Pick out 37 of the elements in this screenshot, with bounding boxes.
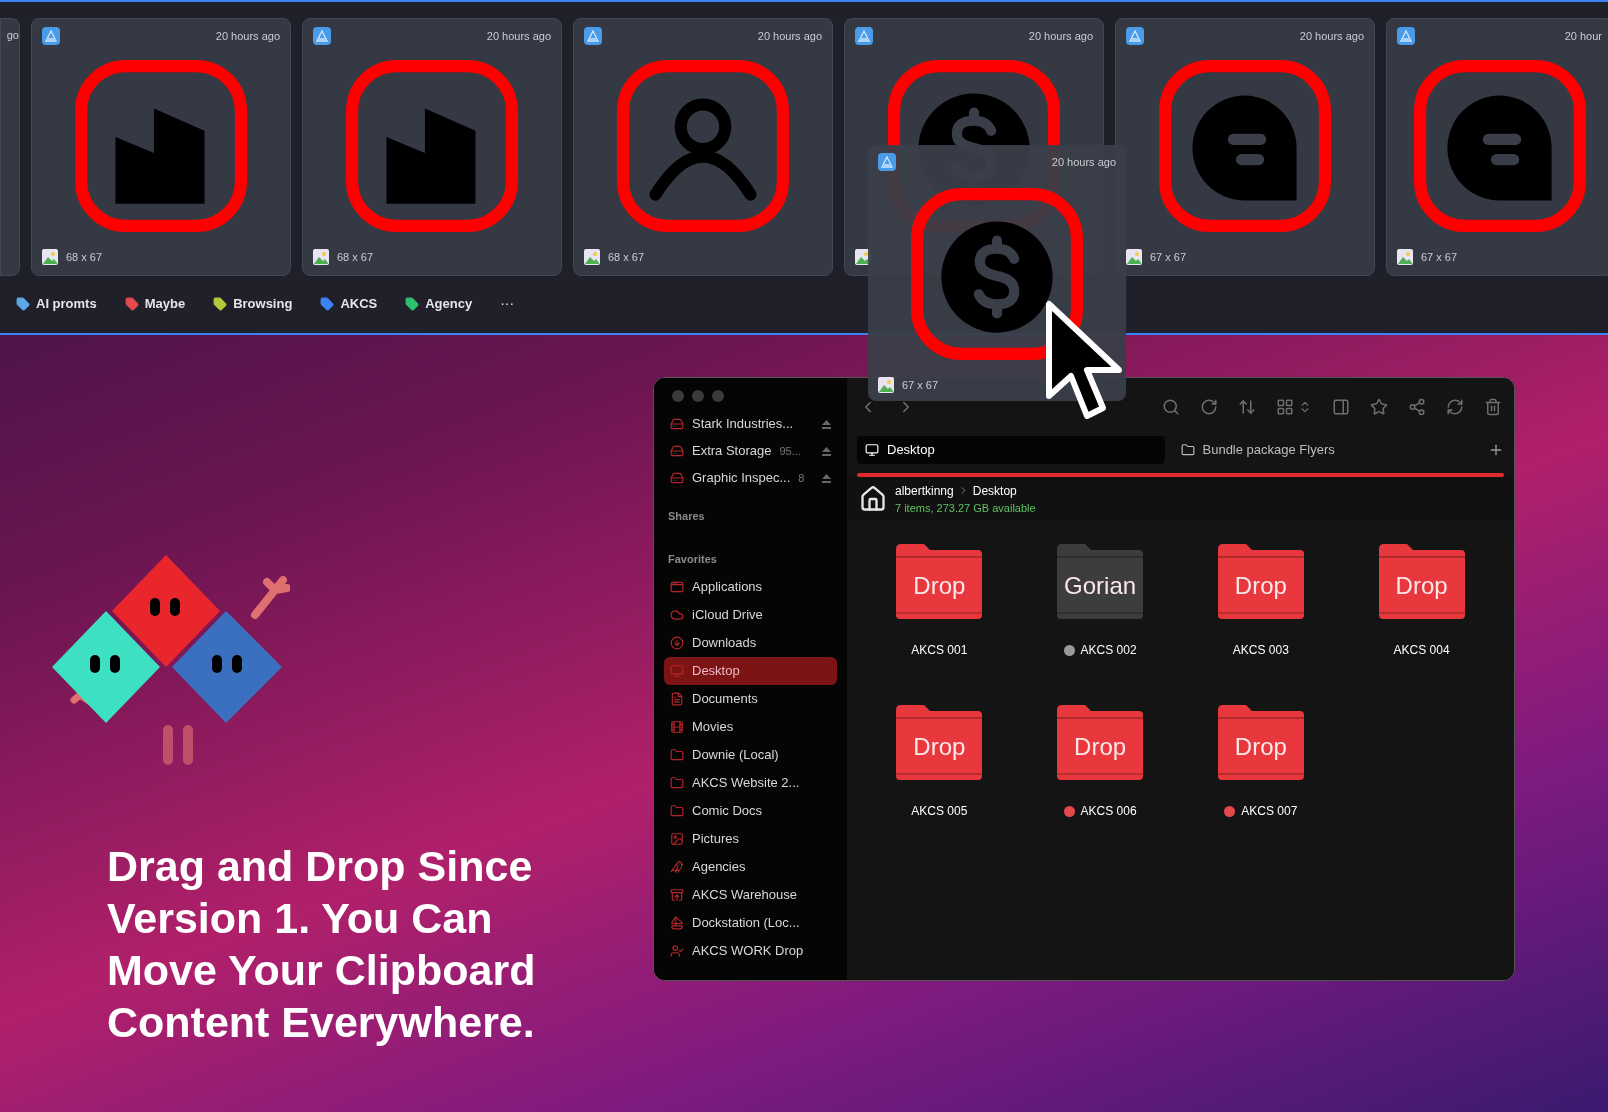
- card-size: 67 x 67: [1150, 249, 1187, 265]
- drive-capacity: 95...: [779, 443, 801, 459]
- section-heading: Shares: [667, 509, 706, 524]
- folder-label: Drop: [913, 732, 966, 762]
- file-name: AKCS 001: [911, 642, 968, 659]
- file-name: AKCS 007: [1241, 803, 1298, 820]
- folder-label: Drop: [1074, 732, 1127, 762]
- card-size: 67 x 67: [902, 377, 939, 393]
- card-time: 20 hours ago: [486, 28, 551, 44]
- section-heading: Favorites: [667, 551, 718, 567]
- file-name: AKCS 005: [911, 803, 968, 820]
- drive-capacity: 8: [798, 470, 805, 486]
- card-time: 20 hour: [1564, 28, 1602, 44]
- folder-label: Drop: [1234, 732, 1287, 762]
- folder-label: Drop: [913, 571, 966, 601]
- card-time: go: [6, 28, 19, 43]
- folder-label: Drop: [1234, 571, 1287, 601]
- card-size: 68 x 67: [337, 249, 374, 265]
- folder-label: Gorian: [1064, 571, 1137, 601]
- card-time: 20 hours ago: [215, 28, 280, 44]
- headline: Drag and Drop Since Version 1. You Can Move Your Clipboard Content Everywhere.: [107, 841, 537, 1048]
- card-size: 68 x 67: [66, 249, 103, 265]
- file-name: AKCS 002: [1080, 642, 1137, 659]
- card-time: 20 hours ago: [1299, 28, 1364, 44]
- file-name: AKCS 003: [1232, 642, 1289, 659]
- card-time: 20 hours ago: [757, 28, 822, 44]
- file-name: AKCS 006: [1080, 803, 1137, 820]
- card-size: 67 x 67: [1421, 249, 1458, 265]
- card-size: 68 x 67: [608, 249, 645, 265]
- drive-name: Stark Industries...: [692, 415, 794, 434]
- card-time: 20 hours ago: [1051, 154, 1116, 170]
- file-name: AKCS 004: [1393, 642, 1450, 659]
- folder-label: Drop: [1395, 571, 1448, 601]
- card-time: 20 hours ago: [1028, 28, 1093, 44]
- drive-name: Graphic Inspec...: [692, 469, 791, 488]
- drive-name: Extra Storage: [692, 442, 772, 461]
- status-text: 7 items, 273.27 GB available: [895, 500, 1036, 516]
